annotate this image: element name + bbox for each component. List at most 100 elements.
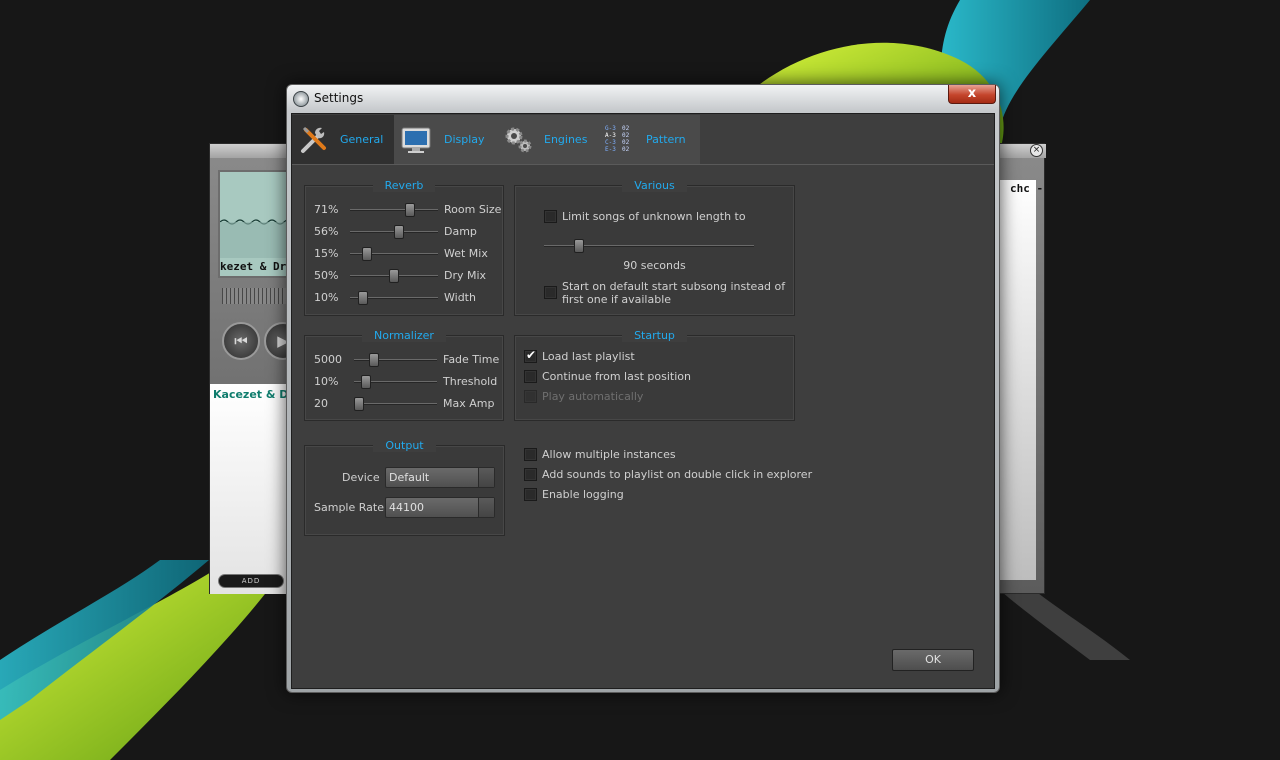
- reverb-slider-thumb[interactable]: [389, 269, 399, 283]
- player-playlist: Kacezet & Dr: [210, 384, 294, 594]
- reverb-slider[interactable]: [350, 225, 438, 239]
- tab-display[interactable]: Display: [394, 115, 496, 164]
- startup-title: Startup: [622, 329, 687, 342]
- reverb-label: Width: [444, 291, 476, 304]
- default-subsong-checkbox[interactable]: [544, 286, 557, 299]
- reverb-slider-thumb[interactable]: [358, 291, 368, 305]
- normalizer-value: 20: [314, 397, 328, 410]
- normalizer-value: 5000: [314, 353, 342, 366]
- check-icon: ✔: [526, 348, 537, 362]
- dialog-client-area: General Display Engines G-3 02 A-3 02 C-…: [291, 113, 995, 689]
- samplerate-select[interactable]: 44100: [385, 497, 495, 518]
- seconds-slider[interactable]: [544, 239, 754, 253]
- samplerate-label: Sample Rate: [314, 501, 384, 514]
- svg-text:02: 02: [622, 146, 630, 153]
- normalizer-slider[interactable]: [354, 375, 437, 389]
- device-label: Device: [342, 471, 380, 484]
- samplerate-select-value: 44100: [389, 501, 424, 514]
- reverb-label: Damp: [444, 225, 477, 238]
- device-select-value: Default: [389, 471, 430, 484]
- player-close-icon[interactable]: ×: [1030, 144, 1043, 157]
- playlist-add-button[interactable]: ADD: [218, 574, 284, 588]
- startup-group: Startup ✔ Load last playlist Continue from…: [514, 329, 795, 421]
- device-select[interactable]: Default: [385, 467, 495, 488]
- tools-icon: [301, 126, 326, 153]
- misc-label: Enable logging: [542, 488, 624, 501]
- various-title: Various: [622, 179, 687, 192]
- seconds-value: 90 seconds: [623, 259, 686, 272]
- tab-general[interactable]: General: [292, 115, 394, 164]
- reverb-label: Room Size: [444, 203, 502, 216]
- reverb-title: Reverb: [372, 179, 436, 192]
- dialog-title: Settings: [314, 91, 364, 105]
- tab-engines-label: Engines: [544, 133, 588, 146]
- chevron-down-icon: [478, 468, 494, 487]
- tab-display-label: Display: [444, 133, 485, 146]
- normalizer-group: Normalizer 5000 Fade Time 10% Threshold 20 Ma…: [304, 329, 504, 421]
- output-group: Output Device Default Sample Rate 44100: [304, 439, 505, 536]
- normalizer-value: 10%: [314, 375, 339, 388]
- startup-label: Load last playlist: [542, 350, 635, 363]
- playlist-track[interactable]: Kacezet & Dr: [213, 388, 294, 401]
- default-subsong-label-line2: first one if available: [562, 293, 672, 306]
- misc-label: Allow multiple instances: [542, 448, 676, 461]
- svg-text:E-3: E-3: [605, 146, 616, 153]
- tab-engines[interactable]: Engines: [496, 115, 598, 164]
- normalizer-slider-thumb[interactable]: [369, 353, 379, 367]
- reverb-slider-thumb[interactable]: [394, 225, 404, 239]
- normalizer-label: Fade Time: [443, 353, 500, 366]
- limit-length-checkbox[interactable]: [544, 210, 557, 223]
- reverb-slider[interactable]: [350, 291, 438, 305]
- startup-checkbox[interactable]: [524, 370, 537, 383]
- limit-length-label: Limit songs of unknown length to: [562, 210, 746, 223]
- reverb-value: 71%: [314, 203, 339, 216]
- normalizer-slider-thumb[interactable]: [354, 397, 364, 411]
- monitor-icon: [401, 127, 431, 153]
- seconds-slider-thumb[interactable]: [574, 239, 584, 253]
- tab-pattern-label: Pattern: [646, 133, 686, 146]
- svg-text:02: 02: [622, 132, 630, 139]
- reverb-label: Wet Mix: [444, 247, 488, 260]
- svg-text:G-3: G-3: [605, 125, 616, 132]
- reverb-group: Reverb 71% Room Size 56% Damp 15% Wet Mix 50% D…: [304, 179, 504, 316]
- close-icon: x: [967, 86, 977, 101]
- reverb-slider[interactable]: [350, 203, 438, 217]
- previous-icon: ⏮: [234, 332, 248, 350]
- player-seek-bar[interactable]: [222, 288, 288, 304]
- scope-track-text: kezet & Dr: [220, 260, 287, 273]
- svg-text:02: 02: [622, 139, 630, 146]
- chevron-down-icon: [478, 498, 494, 517]
- svg-text:A-3: A-3: [605, 132, 616, 139]
- reverb-slider[interactable]: [350, 269, 438, 283]
- misc-checkbox[interactable]: [524, 488, 537, 501]
- various-group: Various Limit songs of unknown length to…: [514, 179, 795, 316]
- startup-checkbox[interactable]: ✔: [524, 348, 537, 363]
- misc-checkbox[interactable]: [524, 468, 537, 481]
- output-title: Output: [373, 439, 436, 452]
- normalizer-slider[interactable]: [354, 353, 437, 367]
- svg-text:C-3: C-3: [605, 139, 616, 146]
- tab-bar: General Display Engines G-3 02 A-3 02 C-…: [292, 114, 994, 165]
- reverb-value: 56%: [314, 225, 339, 238]
- reverb-slider-thumb[interactable]: [362, 247, 372, 261]
- misc-label: Add sounds to playlist on double click i…: [542, 468, 813, 481]
- reverb-value: 10%: [314, 291, 339, 304]
- tab-general-label: General: [340, 133, 384, 146]
- pattern-icon: G-3 02 A-3 02 C-3 02 E-3 02: [605, 125, 630, 153]
- misc-checkbox[interactable]: [524, 448, 537, 461]
- normalizer-label: Max Amp: [443, 397, 495, 410]
- reverb-slider-thumb[interactable]: [405, 203, 415, 217]
- startup-checkbox: [524, 390, 537, 403]
- close-button[interactable]: x: [948, 85, 996, 104]
- previous-button[interactable]: ⏮: [222, 322, 260, 360]
- normalizer-label: Threshold: [443, 375, 498, 388]
- ok-button[interactable]: OK: [892, 649, 974, 671]
- normalizer-slider[interactable]: [354, 397, 437, 411]
- settings-dialog: Settings x General Display Engines G-3 0…: [286, 84, 1000, 693]
- reverb-slider[interactable]: [350, 247, 438, 261]
- normalizer-slider-thumb[interactable]: [361, 375, 371, 389]
- tab-pattern[interactable]: G-3 02 A-3 02 C-3 02 E-3 02 Pattern: [598, 115, 700, 164]
- startup-label: Continue from last position: [542, 370, 691, 383]
- reverb-value: 50%: [314, 269, 339, 282]
- app-icon: [293, 91, 309, 107]
